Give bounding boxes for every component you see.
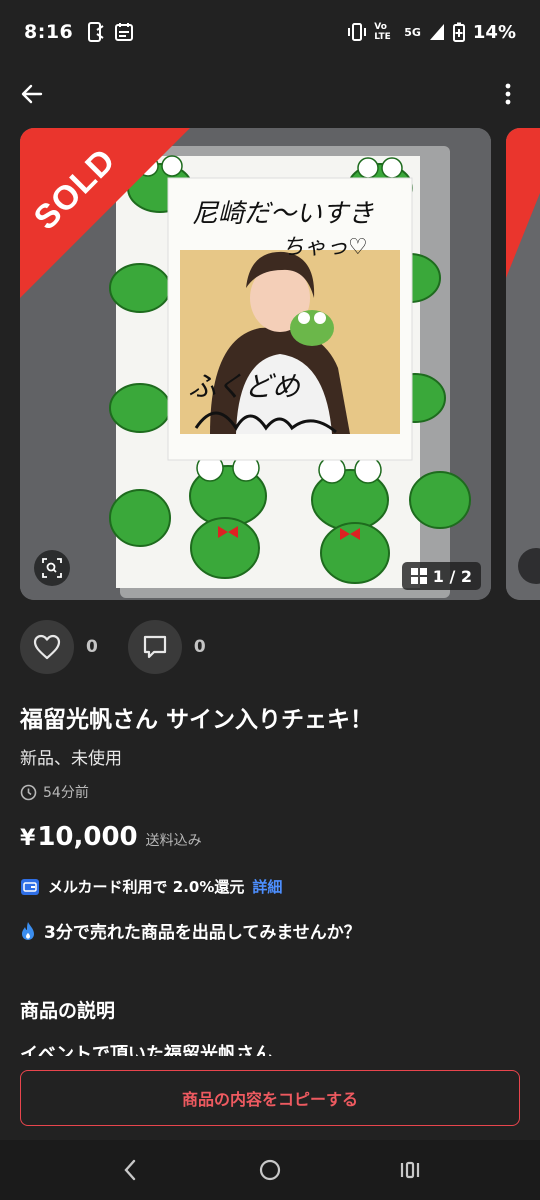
phone-sync-icon [87,22,105,42]
price-value: 10,000 [37,822,138,852]
like-count: 0 [86,637,98,657]
engagement-actions: 0 0 [20,620,236,674]
heart-icon [33,634,61,660]
comment-icon [143,635,166,659]
listing-promo-text: 3分で売れた商品を出品してみませんか？ [44,923,361,943]
back-button[interactable] [14,76,50,112]
comment-count: 0 [193,637,206,657]
handwriting-line-2: ちゃっ♡ [282,235,368,260]
status-time: 8:16 [24,21,74,43]
posted-time-text: 54分前 [43,785,89,801]
signal-icon [429,23,445,41]
description-heading: 商品の説明 [20,1000,116,1022]
nav-home-button[interactable] [246,1146,294,1194]
handwriting-line-1: 尼崎だ〜いすき [192,199,374,229]
status-notification-icons [87,22,134,42]
zoom-search-icon [42,558,62,578]
price-currency: ¥ [20,826,36,851]
photo-carousel[interactable]: 尼崎だ〜いすき ちゃっ♡ ふくどめ SOLD 1 / 2 [20,128,540,600]
handwriting-signature: ふくどめ [188,370,301,403]
flame-icon [22,921,34,940]
page-indicator: 1 / 2 [401,562,481,590]
network-label: 5G [404,25,421,39]
price: ¥ 10,000 送料込み [20,822,202,852]
battery-icon [452,22,465,42]
nav-back-button[interactable] [106,1146,154,1194]
copy-listing-button[interactable]: 商品の内容をコピーする [20,1070,520,1126]
shipping-included: 送料込み [145,833,202,849]
mercard-promo: メルカード利用で 2.0%還元 詳細 [20,876,282,897]
mercard-text: メルカード利用で 2.0%還元 [48,878,245,896]
app-bar [0,68,540,120]
battery-percent: 14% [472,21,516,43]
item-title: 福留光帆さん サイン入りチェキ！ [20,707,374,733]
item-photo[interactable]: 尼崎だ〜いすき ちゃっ♡ ふくどめ SOLD 1 / 2 [20,128,491,600]
comment-button[interactable] [127,620,182,674]
more-options-button[interactable] [490,76,526,112]
zoom-button[interactable] [34,550,70,586]
next-photo-preview[interactable] [506,128,540,600]
status-system-icons: Vo LTE 5G 14% [348,22,516,43]
arrow-left-icon [21,84,43,104]
nav-recents-button[interactable] [386,1146,434,1194]
listing-promo[interactable]: 3分で売れた商品を出品してみませんか？ [20,918,361,943]
card-icon [21,878,39,895]
description-text: イベントで頂いた福留光帆さん [20,1044,272,1056]
grid-icon [410,568,427,584]
home-circle-icon [259,1159,281,1181]
mercard-details-link[interactable]: 詳細 [252,876,282,897]
next-photo-image [506,128,540,600]
volte-label: Vo LTE [374,22,391,42]
sold-badge: SOLD [20,128,190,298]
clock-icon [20,784,37,800]
bottom-action-panel: 商品の内容をコピーする [0,1056,540,1140]
chevron-left-icon [124,1159,136,1181]
calendar-icon [115,22,134,42]
vibrate-icon [348,22,367,42]
like-button[interactable] [20,620,74,674]
item-condition: 新品、未使用 [20,749,122,769]
posted-time: 54分前 [20,782,89,802]
system-nav-bar [0,1140,540,1200]
recents-icon [400,1161,420,1179]
status-bar: 8:16 Vo LTE 5G 14% [0,0,540,64]
more-vertical-icon [505,83,511,105]
page-indicator-text: 1 / 2 [432,566,472,586]
